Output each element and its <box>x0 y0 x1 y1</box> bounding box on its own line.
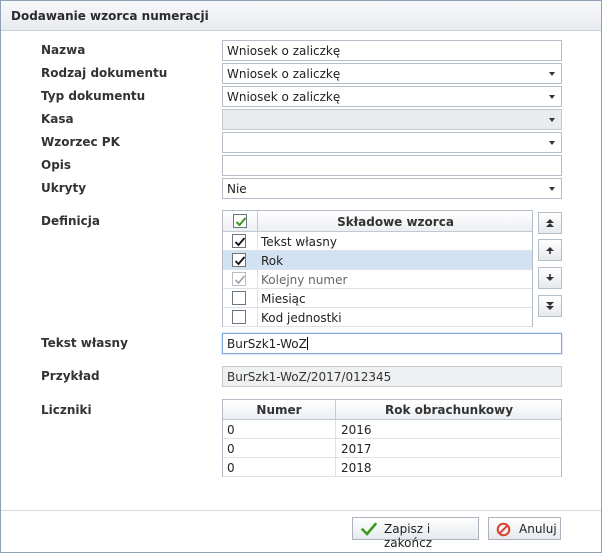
dialog-title: Dodawanie wzorca numeracji <box>1 1 601 31</box>
save-and-close-button[interactable]: Zapisz i zakończ <box>352 517 479 550</box>
example-preview: BurSzk1-WoZ/2017/012345 <box>222 366 562 387</box>
move-to-bottom-button[interactable] <box>538 295 562 317</box>
row-label: Kod jednostki <box>261 311 342 325</box>
grid-row[interactable]: Kod jednostki <box>223 308 532 327</box>
column-header-fiscal-year[interactable]: Rok obrachunkowy <box>337 400 561 419</box>
chevron-down-icon[interactable] <box>549 118 555 122</box>
arrow-up-icon <box>546 247 554 254</box>
row-checkbox-cell <box>223 308 258 326</box>
grid-header: Składowe wzorca <box>223 211 532 232</box>
grid-row[interactable]: Kolejny numer <box>223 270 532 289</box>
example-label: Przykład <box>41 369 100 383</box>
cell-fiscal-year: 2018 <box>341 461 372 475</box>
checkbox-unchecked-icon[interactable] <box>232 310 246 324</box>
save-button-label: Zapisz i zakończ <box>384 522 433 550</box>
pk-pattern-label: Wzorzec PK <box>41 135 120 149</box>
cancel-icon <box>496 522 511 537</box>
row-checkbox-cell <box>223 270 258 288</box>
grid-header-title: Składowe wzorca <box>337 215 454 229</box>
custom-text-value: BurSzk1-WoZ <box>227 337 307 351</box>
cash-register-label: Kasa <box>41 112 74 126</box>
arrow-down-icon <box>546 274 554 281</box>
checkbox-checked-disabled-icon <box>232 272 246 286</box>
table-row[interactable]: 0 2017 <box>223 439 561 458</box>
description-label: Opis <box>41 158 72 172</box>
cash-register-select[interactable] <box>222 109 562 130</box>
description-input[interactable] <box>222 155 562 176</box>
cancel-button[interactable]: Anuluj <box>488 517 561 540</box>
row-label: Rok <box>261 254 284 268</box>
definition-label: Definicja <box>41 214 100 228</box>
double-arrow-down-icon <box>546 302 554 310</box>
hidden-label: Ukryty <box>41 181 87 195</box>
chevron-down-icon[interactable] <box>549 95 555 99</box>
document-kind-label: Rodzaj dokumentu <box>41 66 168 80</box>
custom-text-input[interactable]: BurSzk1-WoZ <box>222 333 562 354</box>
row-label: Miesiąc <box>261 292 306 306</box>
table-row[interactable]: 0 2016 <box>223 420 561 439</box>
document-type-value: Wniosek o zaliczkę <box>227 90 341 104</box>
table-row[interactable]: 0 2018 <box>223 458 561 477</box>
grid-row-selected[interactable]: Rok <box>223 251 532 270</box>
cell-fiscal-year: 2017 <box>341 442 372 456</box>
footer-divider <box>1 510 601 511</box>
cell-fiscal-year: 2016 <box>341 423 372 437</box>
checkbox-checked-icon[interactable] <box>233 214 247 228</box>
grid-row[interactable]: Tekst własny <box>223 232 532 251</box>
name-label: Nazwa <box>41 43 86 57</box>
numbering-pattern-dialog: Dodawanie wzorca numeracji Nazwa Wniosek… <box>0 0 602 553</box>
document-type-select[interactable]: Wniosek o zaliczkę <box>222 86 562 107</box>
document-type-label: Typ dokumentu <box>41 89 146 103</box>
cancel-button-label: Anuluj <box>519 522 557 536</box>
checkbox-unchecked-icon[interactable] <box>232 291 246 305</box>
counters-label: Liczniki <box>41 403 92 417</box>
checkbox-checked-icon[interactable] <box>232 234 246 248</box>
text-caret <box>306 337 308 350</box>
row-label: Tekst własny <box>261 235 337 249</box>
move-down-button[interactable] <box>538 267 562 289</box>
hidden-select[interactable]: Nie <box>222 178 562 199</box>
column-header-number[interactable]: Numer <box>223 400 336 419</box>
move-to-top-button[interactable] <box>538 212 562 234</box>
custom-text-label: Tekst własny <box>41 336 128 350</box>
document-kind-select[interactable]: Wniosek o zaliczkę <box>222 63 562 84</box>
cell-number: 0 <box>223 458 336 476</box>
row-checkbox-cell <box>223 251 258 269</box>
row-checkbox-cell <box>223 289 258 307</box>
document-kind-value: Wniosek o zaliczkę <box>227 67 341 81</box>
checkbox-checked-icon[interactable] <box>232 253 246 267</box>
grid-row[interactable]: Miesiąc <box>223 289 532 308</box>
chevron-down-icon[interactable] <box>549 187 555 191</box>
pattern-components-grid: Składowe wzorca Tekst własny Rok Kolejny… <box>222 210 533 327</box>
row-label: Kolejny numer <box>261 273 348 287</box>
double-arrow-up-icon <box>546 219 554 227</box>
cell-number: 0 <box>223 420 336 438</box>
cell-number: 0 <box>223 439 336 457</box>
row-checkbox-cell <box>223 232 258 250</box>
counters-table: Numer Rok obrachunkowy 0 2016 0 2017 0 2… <box>222 399 562 477</box>
pk-pattern-select[interactable] <box>222 132 562 153</box>
name-input[interactable]: Wniosek o zaliczkę <box>222 40 562 61</box>
chevron-down-icon[interactable] <box>549 72 555 76</box>
counters-table-header: Numer Rok obrachunkowy <box>223 400 561 420</box>
move-up-button[interactable] <box>538 239 562 261</box>
select-all-checkbox[interactable] <box>223 211 258 231</box>
chevron-down-icon[interactable] <box>549 141 555 145</box>
hidden-value: Nie <box>227 182 247 196</box>
checkmark-icon <box>361 522 377 536</box>
